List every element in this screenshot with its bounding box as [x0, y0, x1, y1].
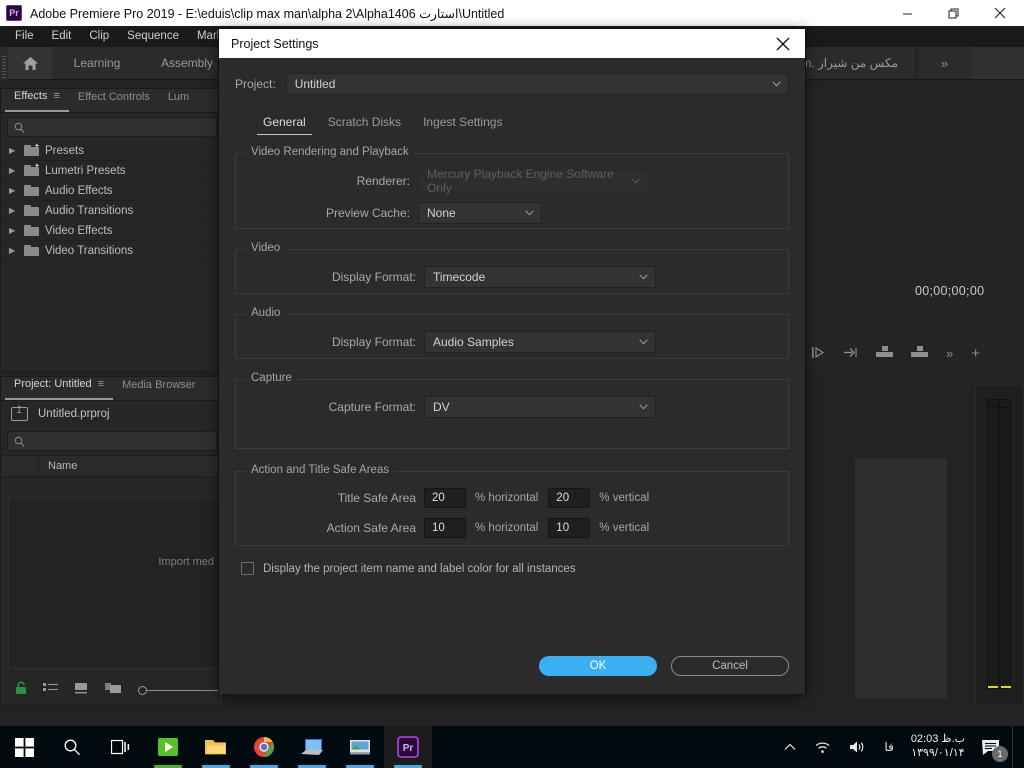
capture-legend: Capture [246, 372, 297, 384]
chevron-down-icon [639, 339, 648, 345]
display-project-item-name-row[interactable]: Display the project item name and label … [235, 562, 789, 575]
video-display-format-select[interactable]: Timecode [424, 266, 656, 288]
search-button[interactable] [48, 726, 96, 768]
capture-format-label: Capture Format: [328, 400, 416, 414]
project-select-label: Project: [235, 77, 276, 91]
video-fieldset: Video Display Format: Timecode [235, 242, 789, 294]
display-project-item-name-checkbox[interactable] [241, 562, 254, 575]
safe-areas-legend: Action and Title Safe Areas [246, 464, 395, 476]
preview-cache-value: None [427, 206, 456, 220]
preview-cache-row: Preview Cache: None [250, 202, 774, 224]
windows-taskbar: Pr فا 02:03 ب.ظ ۱۳۹۹/۰۱/۱۴ 1 [0, 726, 1024, 768]
chevron-down-icon [631, 178, 640, 184]
title-safe-horizontal-input[interactable]: 20 [424, 488, 466, 508]
start-button[interactable] [0, 726, 48, 768]
renderer-row: Renderer: Mercury Playback Engine Softwa… [250, 167, 774, 195]
tab-ingest-settings[interactable]: Ingest Settings [417, 115, 508, 135]
display-project-item-name-label: Display the project item name and label … [263, 562, 576, 575]
capture-fieldset: Capture Capture Format: DV [235, 372, 789, 449]
audio-legend: Audio [246, 307, 286, 319]
tray-chevron-up-icon[interactable] [775, 726, 805, 768]
notification-badge: 1 [992, 746, 1008, 762]
action-safe-horizontal-input[interactable]: 10 [424, 518, 466, 538]
tab-scratch-disks[interactable]: Scratch Disks [322, 115, 407, 135]
action-safe-row: Action Safe Area 10 % horizontal 10 % ve… [250, 518, 774, 538]
taskbar-time: 02:03 ب.ظ [910, 733, 965, 746]
renderer-value: Mercury Playback Engine Software Only [427, 167, 614, 195]
audio-display-format-label: Display Format: [331, 335, 416, 349]
wifi-icon[interactable] [805, 726, 840, 768]
chevron-down-icon [639, 404, 648, 410]
close-icon[interactable] [761, 29, 805, 58]
show-desktop-button[interactable] [1012, 726, 1020, 768]
system-tray: فا 02:03 ب.ظ ۱۳۹۹/۰۱/۱۴ 1 [775, 726, 1024, 768]
taskbar-app-edius[interactable] [144, 726, 192, 768]
action-safe-vertical-unit: % vertical [599, 522, 650, 534]
video-legend: Video [246, 242, 286, 254]
taskbar-clock[interactable]: 02:03 ب.ظ ۱۳۹۹/۰۱/۱۴ [903, 733, 973, 761]
project-settings-dialog: Project Settings Project: Untitled Gener… [218, 28, 806, 694]
dialog-titlebar: Project Settings [219, 29, 805, 58]
capture-format-value: DV [433, 400, 450, 414]
task-view-button[interactable] [96, 726, 144, 768]
renderer-select: Mercury Playback Engine Software Only [418, 167, 648, 195]
taskbar-date: ۱۳۹۹/۰۱/۱۴ [911, 747, 965, 759]
premiere-pro-window: Pr Adobe Premiere Pro 2019 - E:\eduis\cl… [0, 0, 1024, 768]
taskbar-app-explorer[interactable] [192, 726, 240, 768]
chevron-down-icon [772, 81, 781, 87]
dialog-body: Project: Untitled General Scratch Disks … [219, 58, 805, 694]
action-safe-horizontal-unit: % horizontal [475, 522, 539, 534]
title-safe-label: Title Safe Area [337, 491, 416, 505]
video-rendering-fieldset: Video Rendering and Playback Renderer: M… [235, 146, 789, 229]
title-safe-vertical-input[interactable]: 20 [548, 488, 591, 508]
language-indicator[interactable]: فا [875, 726, 902, 768]
project-select-value: Untitled [294, 77, 336, 91]
renderer-label: Renderer: [356, 174, 410, 188]
video-display-format-row: Display Format: Timecode [250, 266, 774, 288]
video-rendering-legend: Video Rendering and Playback [246, 146, 414, 158]
preview-cache-select[interactable]: None [418, 202, 542, 224]
audio-display-format-select[interactable]: Audio Samples [424, 331, 656, 353]
project-select-row: Project: Untitled [235, 58, 789, 95]
safe-areas-fieldset: Action and Title Safe Areas Title Safe A… [235, 464, 789, 546]
dialog-tabs: General Scratch Disks Ingest Settings [235, 115, 789, 135]
video-display-format-label: Display Format: [331, 270, 416, 284]
cancel-button[interactable]: Cancel [671, 656, 789, 676]
taskbar-app-chrome[interactable] [240, 726, 288, 768]
capture-format-select[interactable]: DV [424, 396, 656, 418]
action-safe-vertical-input[interactable]: 10 [548, 518, 591, 538]
volume-icon[interactable] [840, 726, 875, 768]
dialog-title: Project Settings [231, 36, 319, 51]
chevron-down-icon [639, 274, 648, 280]
action-safe-label: Action Safe Area [326, 521, 416, 535]
ok-button[interactable]: OK [539, 656, 657, 676]
taskbar-app-premiere[interactable]: Pr [384, 726, 432, 768]
capture-format-row: Capture Format: DV [250, 396, 774, 418]
chevron-down-icon [525, 210, 534, 216]
taskbar-app-media[interactable] [288, 726, 336, 768]
title-safe-row: Title Safe Area 20 % horizontal 20 % ver… [250, 488, 774, 508]
audio-display-format-row: Display Format: Audio Samples [250, 331, 774, 353]
title-safe-horizontal-unit: % horizontal [475, 492, 539, 504]
taskbar-app-photo[interactable] [336, 726, 384, 768]
svg-text:Pr: Pr [403, 743, 414, 754]
notification-center-icon[interactable]: 1 [973, 726, 1012, 768]
preview-cache-label: Preview Cache: [325, 206, 410, 220]
title-safe-vertical-unit: % vertical [599, 492, 650, 504]
tab-general[interactable]: General [257, 115, 312, 135]
project-select[interactable]: Untitled [285, 73, 789, 95]
video-display-format-value: Timecode [433, 270, 486, 284]
dialog-buttons: OK Cancel [539, 656, 789, 676]
audio-fieldset: Audio Display Format: Audio Samples [235, 307, 789, 359]
audio-display-format-value: Audio Samples [433, 335, 514, 349]
